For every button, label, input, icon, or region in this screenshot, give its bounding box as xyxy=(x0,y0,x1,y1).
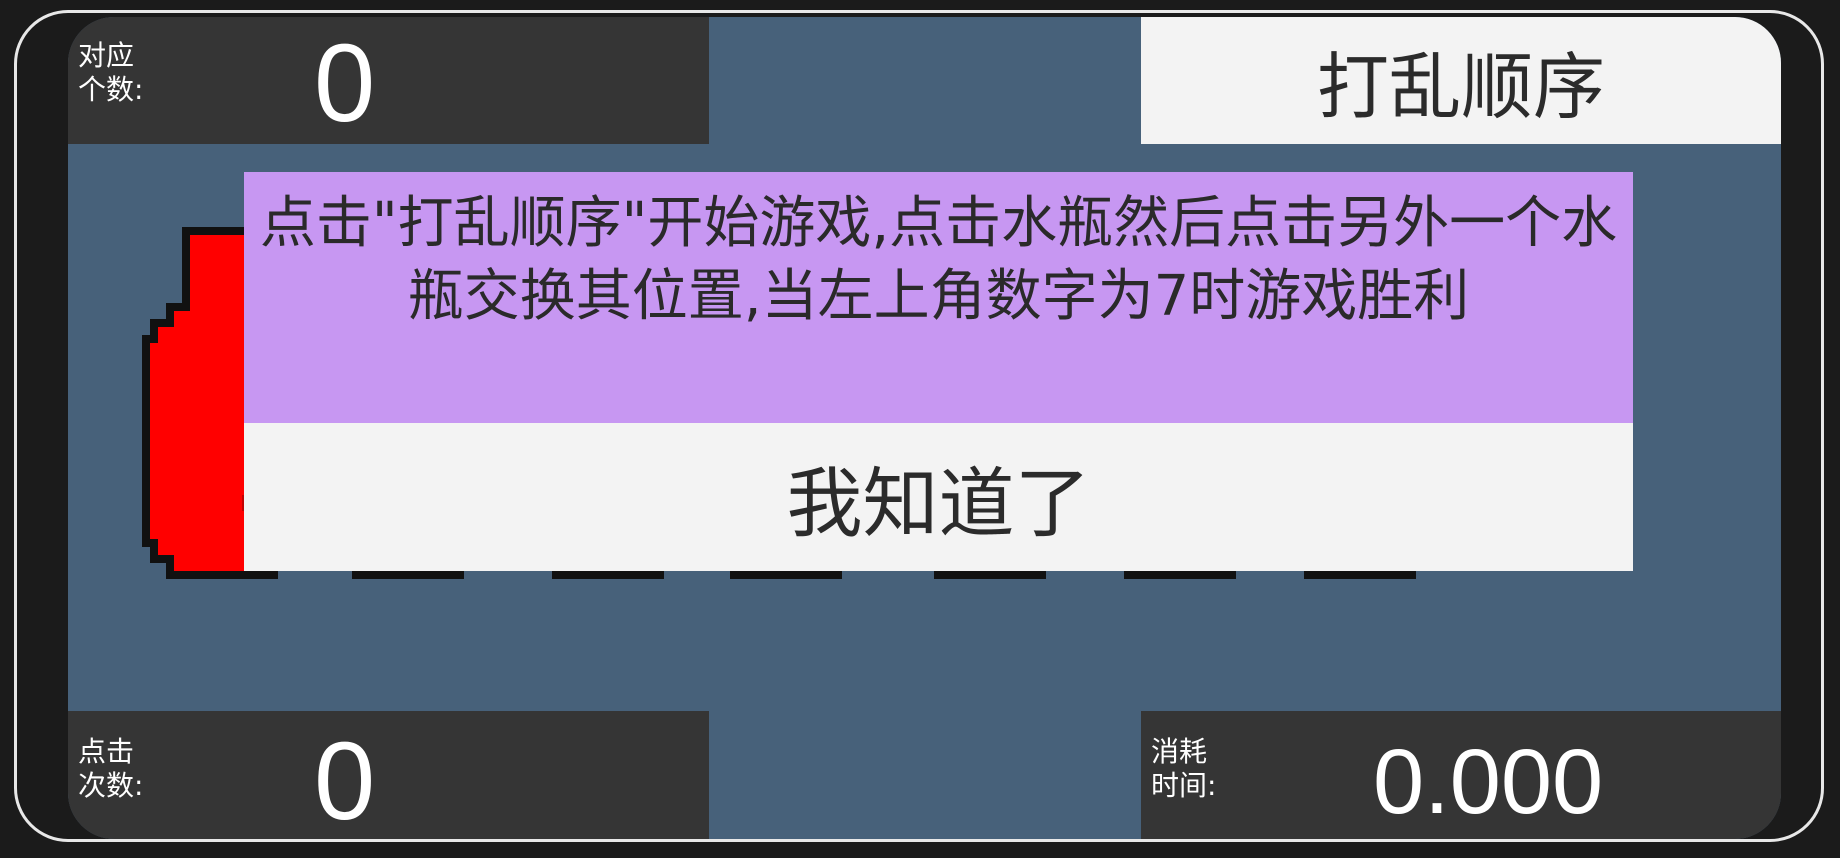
shuffle-button[interactable]: 打乱顺序 xyxy=(1141,17,1781,144)
time-label: 消耗 时间: xyxy=(1151,735,1217,802)
instructions-text: 点击"打乱顺序"开始游戏,点击水瓶然后点击另外一个水瓶交换其位置,当左上角数字为… xyxy=(244,172,1633,423)
instructions-dialog: 点击"打乱顺序"开始游戏,点击水瓶然后点击另外一个水瓶交换其位置,当左上角数字为… xyxy=(244,172,1633,588)
click-count-label: 点击 次数: xyxy=(78,735,144,802)
got-it-button[interactable]: 我知道了 xyxy=(244,423,1633,571)
click-count-panel: 点击 次数: 0 xyxy=(68,711,709,839)
match-count-value: 0 xyxy=(314,22,376,145)
match-count-panel: 对应 个数: 0 xyxy=(68,17,709,144)
game-screen: 对应 个数: 0 打乱顺序 点击 次数: 0 消耗 时间: 0.000 点击"打… xyxy=(68,17,1781,839)
match-count-label: 对应 个数: xyxy=(78,39,144,106)
click-count-value: 0 xyxy=(314,720,376,839)
time-value: 0.000 xyxy=(1373,731,1604,833)
time-panel: 消耗 时间: 0.000 xyxy=(1141,711,1781,839)
